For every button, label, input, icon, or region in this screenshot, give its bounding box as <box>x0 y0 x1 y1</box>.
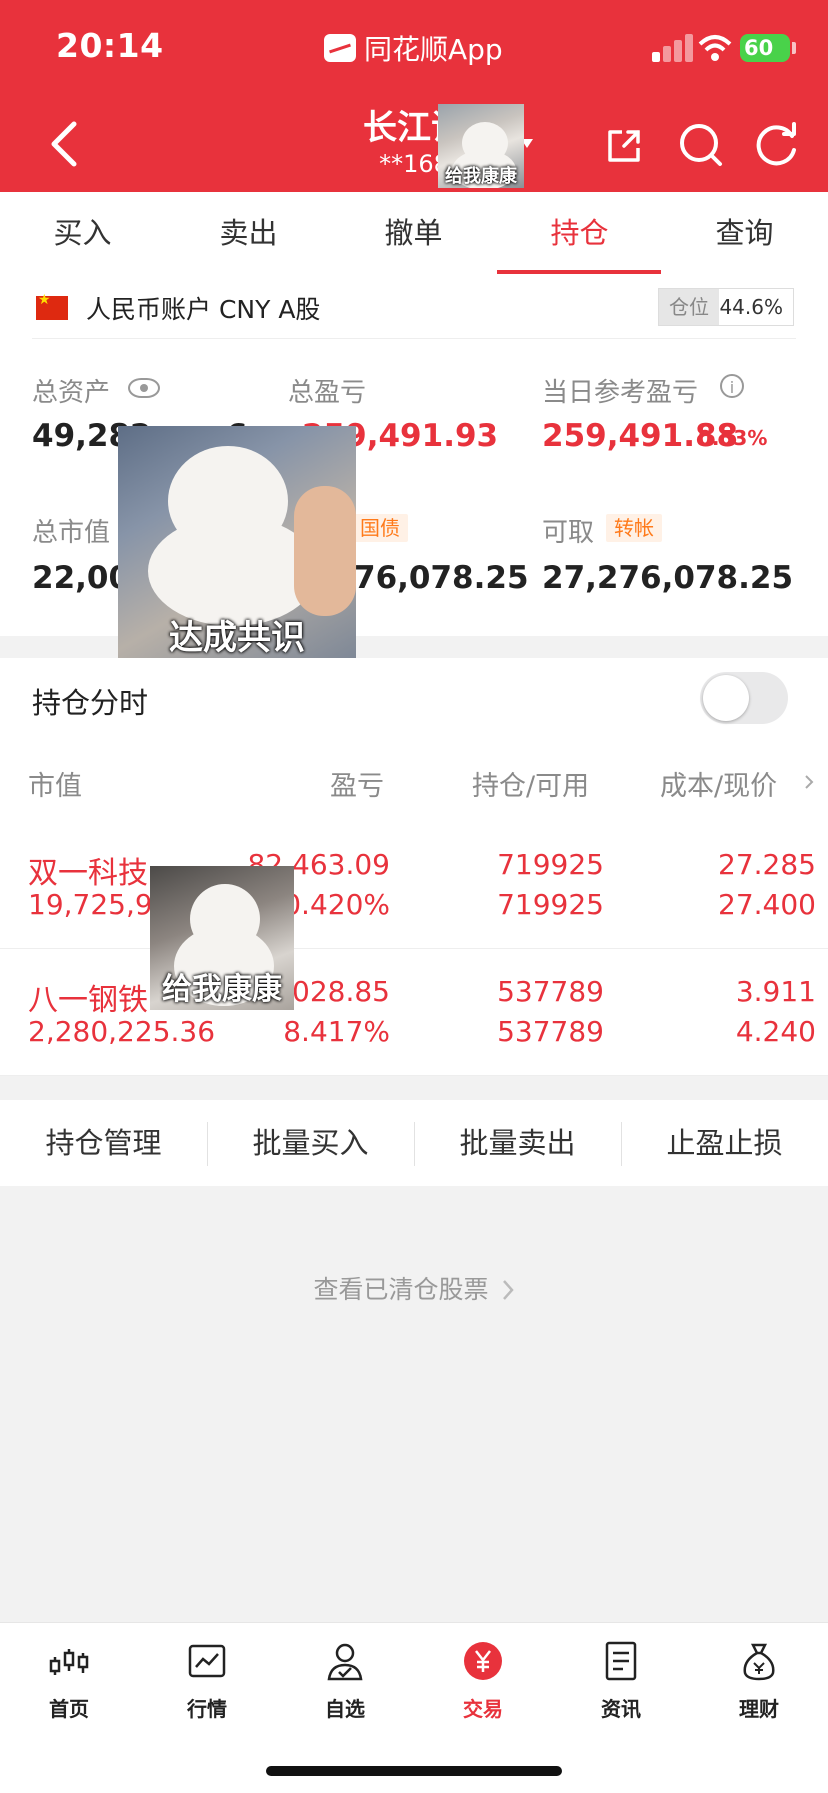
meme-sticker-middle: 达成共识 <box>118 426 356 662</box>
holdings-intraday-row: 持仓分时 <box>0 658 828 741</box>
battery-icon: 60 <box>740 34 790 62</box>
nav-item-news[interactable]: 资讯 <box>552 1641 690 1722</box>
account-label[interactable]: 人民币账户 CNY A股 <box>86 290 320 326</box>
search-icon[interactable] <box>678 122 724 168</box>
total-assets-label: 总资产 <box>32 378 111 408</box>
sticker-caption-row: 给我康康 <box>162 972 282 1007</box>
table-row[interactable]: 双一科技 19,725,94 82,463.09 0.420% 719925 7… <box>0 822 828 949</box>
position-ratio-badge: 仓位 44.6% <box>658 288 794 326</box>
nav-item-home[interactable]: 首页 <box>0 1641 138 1722</box>
holdings-intraday-label: 持仓分时 <box>32 686 149 720</box>
stock-price: 27.400 <box>718 888 816 921</box>
stock-available: 719925 <box>497 888 604 921</box>
sticker-caption-top: 给我康康 <box>445 166 517 187</box>
manage-holdings-button[interactable]: 持仓管理 <box>0 1100 207 1186</box>
position-ratio-label: 仓位 <box>669 295 709 319</box>
position-ratio-value: 44.6% <box>719 295 783 319</box>
stock-position: 537789 <box>497 975 604 1008</box>
holdings-intraday-toggle[interactable] <box>700 672 788 724</box>
sticker-caption-middle: 达成共识 <box>169 618 305 658</box>
available-value: 76,078.25 <box>354 560 529 596</box>
battery-cap <box>792 42 796 54</box>
tab-cancel-order[interactable]: 撤单 <box>331 192 496 274</box>
nav-label: 理财 <box>739 1697 779 1721</box>
nav-label: 自选 <box>325 1697 365 1721</box>
batch-buy-button[interactable]: 批量买入 <box>207 1100 414 1186</box>
nav-item-trade[interactable]: 交易 <box>414 1641 552 1722</box>
batch-sell-button[interactable]: 批量卖出 <box>414 1100 621 1186</box>
stock-market-value: 2,280,225.36 <box>28 1015 216 1048</box>
news-icon <box>605 1641 637 1681</box>
share-icon[interactable] <box>604 126 644 166</box>
nav-item-watchlist[interactable]: 自选 <box>276 1641 414 1722</box>
stock-price: 4.240 <box>735 1015 816 1048</box>
withdrawable-value: 27,276,078.25 <box>542 560 794 596</box>
meme-sticker-top: 给我康康 <box>438 104 524 188</box>
stock-position: 719925 <box>497 848 604 881</box>
header-cost-price[interactable]: 成本/现价 <box>660 764 777 803</box>
money-bag-icon <box>743 1643 775 1681</box>
cleared-stocks-link[interactable]: 查看已清仓股票 <box>0 1270 828 1306</box>
nav-label: 首页 <box>49 1697 89 1721</box>
transfer-tag[interactable]: 转帐 <box>606 514 662 542</box>
stock-cost: 27.285 <box>718 848 816 881</box>
nav-label: 交易 <box>463 1697 503 1721</box>
daily-pnl-percent: 0.53% <box>698 426 768 450</box>
meme-sticker-row: 给我康康 <box>150 866 294 1010</box>
nav-item-wealth[interactable]: 理财 <box>690 1641 828 1722</box>
account-summary: 人民币账户 CNY A股 仓位 44.6% 总资产 49,282, 6 总盈亏 … <box>0 274 828 662</box>
home-indicator[interactable] <box>266 1766 562 1776</box>
tab-holdings[interactable]: 持仓 <box>497 192 662 274</box>
withdrawable-label: 可取 <box>542 518 595 548</box>
tab-query[interactable]: 查询 <box>662 192 827 274</box>
info-icon[interactable]: i <box>720 374 744 398</box>
chevron-right-icon[interactable] <box>804 774 814 790</box>
stock-cost: 3.911 <box>735 975 816 1008</box>
user-check-icon <box>327 1643 363 1681</box>
nav-label: 行情 <box>187 1697 227 1721</box>
stock-available: 537789 <box>497 1015 604 1048</box>
status-time: 20:14 <box>56 26 164 65</box>
stock-pnl-percent: 8.417% <box>283 1015 390 1048</box>
market-value-label: 总市值 <box>32 518 111 548</box>
divider <box>32 338 796 339</box>
tab-buy[interactable]: 买入 <box>0 192 165 274</box>
bond-tag[interactable]: 国债 <box>352 514 408 542</box>
total-pnl-label: 总盈亏 <box>288 378 367 408</box>
candlestick-icon <box>49 1649 89 1675</box>
app-logo-icon <box>324 34 356 62</box>
header-position[interactable]: 持仓/可用 <box>472 764 589 803</box>
stop-profit-loss-button[interactable]: 止盈止损 <box>621 1100 828 1186</box>
holdings-table-header: 市值 盈亏 持仓/可用 成本/现价 <box>0 740 828 823</box>
app-header: 20:14 同花顺App 60 长江证 **168 给我康康 <box>0 0 828 192</box>
table-row[interactable]: 八一钢铁 2,280,225.36 028.85 8.417% 537789 5… <box>0 949 828 1076</box>
nav-item-market[interactable]: 行情 <box>138 1641 276 1722</box>
cleared-stocks-label: 查看已清仓股票 <box>313 1275 489 1304</box>
holdings-actions-bar: 持仓管理 批量买入 批量卖出 止盈止损 <box>0 1100 828 1186</box>
header-market-value[interactable]: 市值 <box>28 764 82 803</box>
daily-pnl-label: 当日参考盈亏 <box>542 378 699 408</box>
eye-icon[interactable] <box>128 378 160 398</box>
china-flag-icon <box>36 292 68 320</box>
yen-icon <box>464 1642 502 1680</box>
chevron-right-icon <box>503 1280 515 1300</box>
chart-icon <box>188 1644 226 1678</box>
nav-label: 资讯 <box>601 1697 641 1721</box>
battery-level: 60 <box>744 36 774 60</box>
stock-name: 八一钢铁 <box>28 983 148 1018</box>
hand <box>294 486 356 616</box>
wifi-icon <box>698 35 732 61</box>
status-app-indicator[interactable]: 同花顺App <box>324 28 503 68</box>
refresh-icon[interactable] <box>754 122 800 168</box>
toggle-knob <box>703 675 749 721</box>
tab-sell[interactable]: 卖出 <box>166 192 331 274</box>
stock-name: 双一科技 <box>28 856 148 891</box>
status-app-name: 同花顺App <box>364 33 503 66</box>
trade-tabs: 买入 卖出 撤单 持仓 查询 <box>0 192 828 275</box>
header-pnl[interactable]: 盈亏 <box>330 764 384 803</box>
